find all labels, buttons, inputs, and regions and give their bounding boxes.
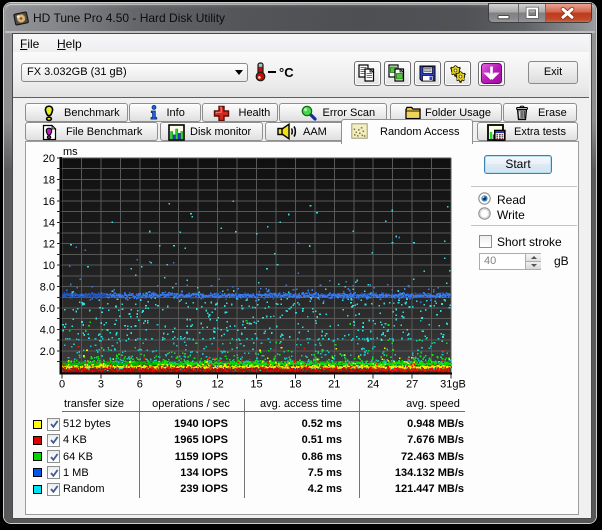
svg-text:ms: ms: [63, 146, 78, 158]
svg-text:16: 16: [43, 196, 55, 208]
svg-text:10: 10: [43, 260, 55, 272]
svg-text:12: 12: [211, 378, 223, 390]
svg-text:18: 18: [289, 378, 301, 390]
svg-text:31gB: 31gB: [440, 378, 466, 390]
svg-text:6: 6: [137, 378, 143, 390]
svg-text:9: 9: [176, 378, 182, 390]
svg-text:8.0: 8.0: [40, 282, 55, 294]
svg-text:24: 24: [367, 378, 379, 390]
svg-text:14: 14: [43, 217, 55, 229]
svg-text:2.0: 2.0: [40, 346, 55, 358]
svg-text:18: 18: [43, 174, 55, 186]
svg-text:12: 12: [43, 239, 55, 251]
svg-text:3: 3: [98, 378, 104, 390]
svg-text:20: 20: [43, 153, 55, 165]
svg-text:21: 21: [328, 378, 340, 390]
svg-text:0: 0: [59, 378, 65, 390]
svg-text:4.0: 4.0: [40, 324, 55, 336]
svg-text:6.0: 6.0: [40, 303, 55, 315]
svg-text:15: 15: [250, 378, 262, 390]
svg-text:27: 27: [406, 378, 418, 390]
